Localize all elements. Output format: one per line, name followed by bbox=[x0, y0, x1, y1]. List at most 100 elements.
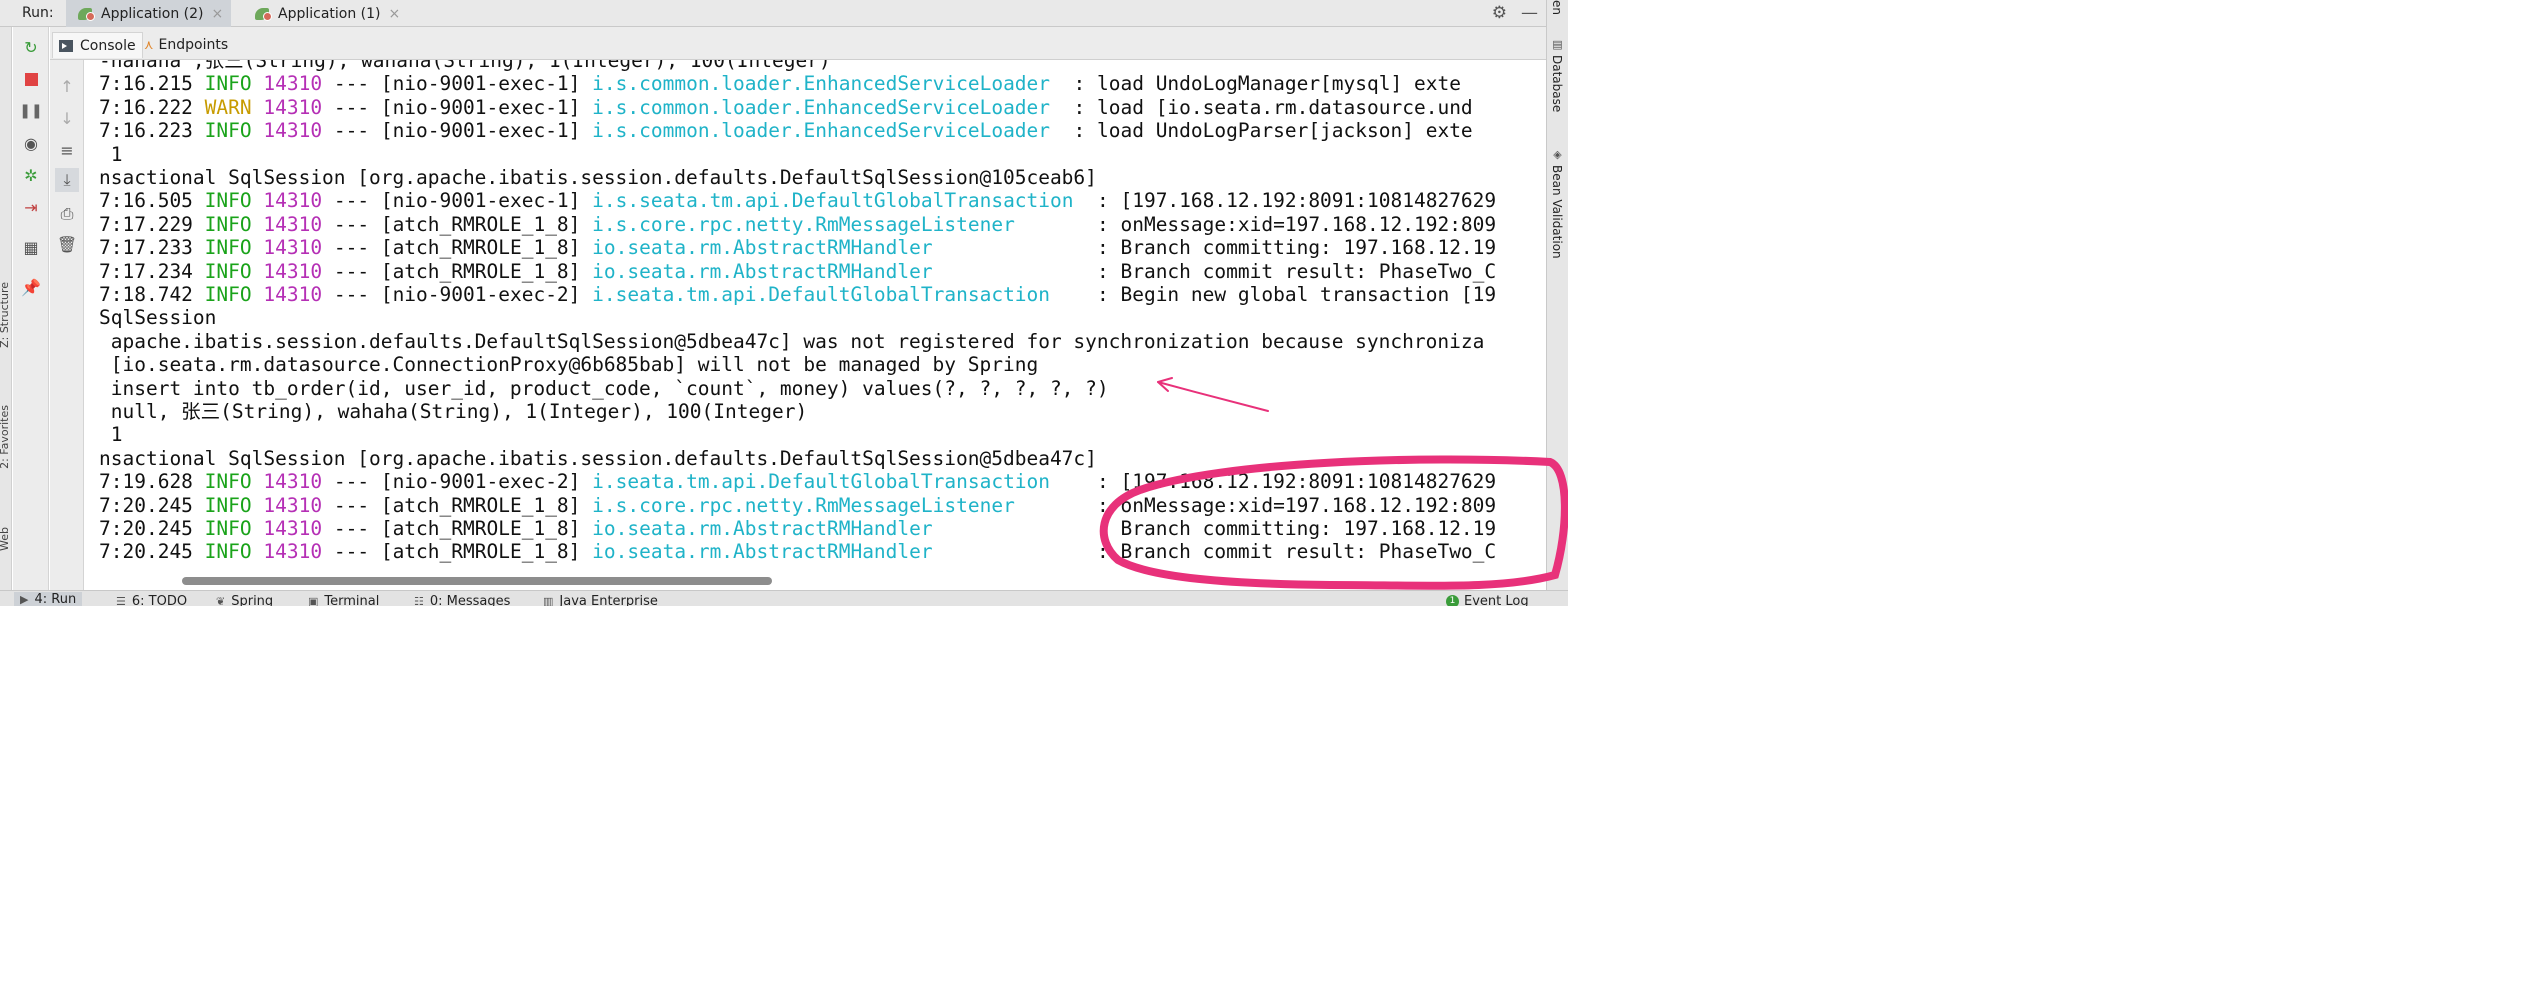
log-logger: i.s.common.loader.EnhancedServiceLoader bbox=[592, 72, 1074, 96]
tab-console[interactable]: Console bbox=[52, 32, 143, 58]
spring-icon: ❦ bbox=[216, 595, 226, 606]
log-thread: [atch_RMROLE_1_8] bbox=[380, 259, 581, 283]
log-logger: i.seata.tm.api.DefaultGlobalTransaction bbox=[592, 283, 1074, 306]
log-level: INFO bbox=[204, 236, 252, 260]
close-icon[interactable]: × bbox=[389, 6, 401, 22]
run-tab-application-1[interactable]: Application (1) × bbox=[243, 0, 408, 27]
stop-icon[interactable] bbox=[19, 67, 43, 91]
console-icon bbox=[59, 39, 73, 52]
log-message: : [197.168.12.192:8091:10814827629 bbox=[1073, 189, 1497, 213]
messages-icon: ☷ bbox=[414, 595, 424, 606]
bottom-tab-todo[interactable]: ☰ 6: TODO bbox=[116, 594, 187, 606]
run-icon: ▶ bbox=[20, 593, 29, 606]
bottom-tab-spring[interactable]: ❦ Spring bbox=[216, 594, 273, 606]
close-icon[interactable]: × bbox=[212, 6, 224, 22]
console-line: apache.ibatis.session.defaults.DefaultSq… bbox=[99, 330, 1485, 353]
log-thread: [atch_RMROLE_1_8] bbox=[380, 236, 581, 260]
console-line: insert into tb_order(id, user_id, produc… bbox=[99, 377, 1109, 400]
java-enterprise-icon: ▥ bbox=[543, 595, 554, 606]
console-line: 7:20.245 INFO 14310 --- [atch_RMROLE_1_8… bbox=[99, 494, 1496, 517]
rerun-icon[interactable]: ↻ bbox=[19, 35, 43, 59]
arrow-down-icon[interactable]: ↓ bbox=[55, 106, 79, 130]
bottom-tab-label: 0: Messages bbox=[429, 594, 511, 606]
log-level: INFO bbox=[204, 283, 252, 306]
soft-wrap-icon[interactable]: ≡ bbox=[55, 138, 79, 162]
print-icon[interactable]: ⎙ bbox=[55, 202, 79, 226]
log-text: -hahaha ,张三(String), wahaha(String), 1(I… bbox=[99, 60, 831, 72]
exit-icon[interactable]: ⇥ bbox=[19, 195, 43, 219]
pause-icon[interactable]: ❚❚ bbox=[19, 99, 43, 123]
scrollbar-thumb[interactable] bbox=[182, 577, 772, 585]
horizontal-scrollbar[interactable] bbox=[85, 575, 1544, 588]
console-line: 7:20.245 INFO 14310 --- [atch_RMROLE_1_8… bbox=[99, 517, 1496, 540]
run-actions-toolbar: ↻ ❚❚ ◉ ✲ ⇥ ▦ 📌 bbox=[13, 27, 49, 590]
log-time: 7:17.233 bbox=[99, 236, 193, 260]
gear-icon[interactable]: ⚙ bbox=[1492, 3, 1507, 23]
event-count-badge: 1 bbox=[1446, 595, 1459, 606]
log-pid: 14310 bbox=[263, 259, 323, 283]
log-thread: [atch_RMROLE_1_8] bbox=[380, 212, 581, 236]
log-pid: 14310 bbox=[263, 283, 323, 306]
log-time: 7:19.628 bbox=[99, 470, 193, 494]
log-time: 7:17.229 bbox=[99, 212, 193, 236]
camera-icon[interactable]: ◉ bbox=[19, 131, 43, 155]
tab-label: Console bbox=[80, 37, 136, 54]
debug-bug-icon[interactable]: ✲ bbox=[19, 163, 43, 187]
layout-icon[interactable]: ▦ bbox=[19, 235, 43, 259]
arrow-up-icon[interactable]: ↑ bbox=[55, 74, 79, 98]
log-sep: --- bbox=[333, 283, 370, 306]
bean-validation-icon: ◈ bbox=[1551, 148, 1564, 161]
pin-icon[interactable]: 📌 bbox=[19, 275, 43, 299]
log-time: 7:17.234 bbox=[99, 259, 193, 283]
console-line: 7:16.222 WARN 14310 --- [nio-9001-exec-1… bbox=[99, 96, 1473, 119]
run-tab-label: Application (2) bbox=[101, 5, 204, 22]
scroll-to-end-icon[interactable]: ⤓ bbox=[55, 168, 79, 192]
console-subtabs: Console ⋏ Endpoints bbox=[50, 27, 1546, 60]
log-message: : load [io.seata.rm.datasource.und bbox=[1073, 95, 1473, 119]
log-pid: 14310 bbox=[263, 540, 323, 564]
right-tab-database[interactable]: ▤ Database bbox=[1550, 38, 1564, 112]
log-sep: --- bbox=[333, 517, 370, 540]
left-tab-favorites[interactable]: 2: Favorites bbox=[0, 405, 11, 469]
right-tab-bean-validation[interactable]: ◈ Bean Validation bbox=[1550, 148, 1564, 259]
right-tab-label: Database bbox=[1550, 55, 1564, 113]
console-line: 1 bbox=[99, 423, 123, 446]
log-level: INFO bbox=[204, 259, 252, 283]
log-pid: 14310 bbox=[263, 212, 323, 236]
console-output[interactable]: -hahaha ,张三(String), wahaha(String), 1(I… bbox=[85, 60, 1544, 575]
bottom-tab-run[interactable]: ▶ 4: Run bbox=[14, 592, 83, 606]
log-sep: --- bbox=[333, 95, 370, 119]
left-tab-web[interactable]: Web bbox=[0, 527, 11, 551]
log-logger: io.seata.rm.AbstractRMHandler bbox=[592, 259, 1074, 283]
log-time: 7:18.742 bbox=[99, 283, 193, 306]
log-time: 7:16.222 bbox=[99, 95, 193, 119]
log-logger: i.s.common.loader.EnhancedServiceLoader bbox=[592, 119, 1074, 143]
database-icon: ▤ bbox=[1551, 38, 1564, 51]
bottom-tab-messages[interactable]: ☷ 0: Messages bbox=[414, 594, 510, 606]
minimize-icon[interactable]: — bbox=[1521, 3, 1538, 23]
run-tab-application-2[interactable]: Application (2) × bbox=[66, 0, 232, 27]
bottom-tab-label: Terminal bbox=[324, 594, 380, 606]
console-actions-toolbar: ↑ ↓ ≡ ⤓ ⎙ 🗑 bbox=[50, 60, 84, 590]
terminal-icon: ▣ bbox=[308, 595, 319, 606]
console-line: 1 bbox=[99, 143, 123, 166]
log-level: INFO bbox=[204, 212, 252, 236]
tab-endpoints[interactable]: ⋏ Endpoints bbox=[138, 32, 234, 58]
log-message: : Begin new global transaction [19 bbox=[1073, 283, 1497, 306]
log-time: 7:16.223 bbox=[99, 119, 193, 143]
log-message: : Branch commit result: PhaseTwo_C bbox=[1073, 259, 1497, 283]
log-sep: --- bbox=[333, 236, 370, 260]
console-line: 7:19.628 INFO 14310 --- [nio-9001-exec-2… bbox=[99, 470, 1496, 493]
log-pid: 14310 bbox=[263, 470, 323, 494]
todo-icon: ☰ bbox=[116, 595, 126, 606]
log-text: nsactional SqlSession [org.apache.ibatis… bbox=[99, 446, 1097, 470]
trash-icon[interactable]: 🗑 bbox=[55, 232, 79, 256]
right-tab-en[interactable]: en bbox=[1550, 0, 1564, 15]
console-line: 7:17.233 INFO 14310 --- [atch_RMROLE_1_8… bbox=[99, 236, 1496, 259]
log-thread: [nio-9001-exec-2] bbox=[380, 283, 581, 306]
log-message: : Branch commit result: PhaseTwo_C bbox=[1073, 540, 1497, 564]
bottom-tab-java-enterprise[interactable]: ▥ Java Enterprise bbox=[543, 594, 658, 606]
event-log-button[interactable]: 1 Event Log bbox=[1446, 594, 1529, 606]
bottom-tab-terminal[interactable]: ▣ Terminal bbox=[308, 594, 379, 606]
left-tab-structure[interactable]: Z: Structure bbox=[0, 282, 11, 348]
